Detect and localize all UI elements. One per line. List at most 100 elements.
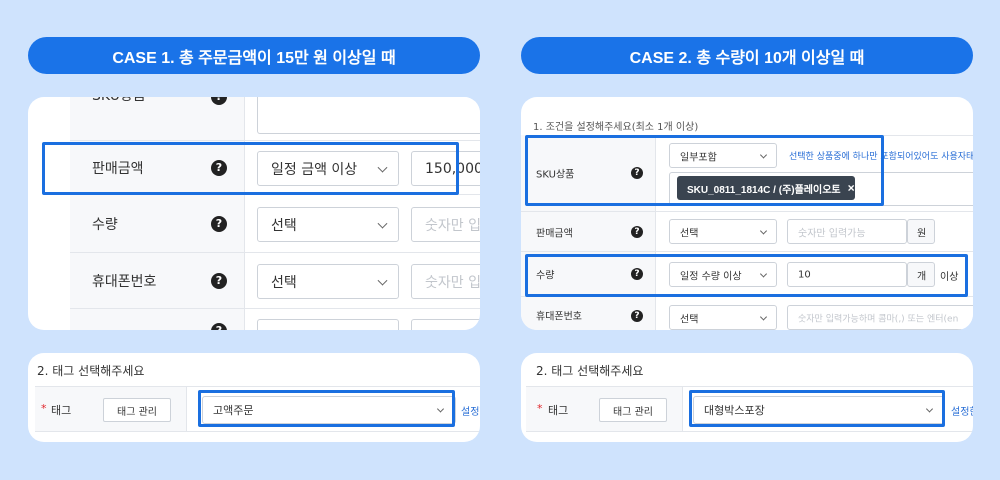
case2-quantity-label: 수량 — [536, 270, 555, 282]
case1-tag-selected: 고액주문 — [213, 404, 254, 417]
case2-tag-manage-button[interactable]: 태그 관리 — [599, 398, 667, 422]
chevron-down-icon — [759, 226, 768, 235]
case2-section-heading: 1. 조건을 설정해주세요(최소 1개 이상) — [533, 122, 699, 133]
case2-phone-input[interactable]: 숫자만 입력가능하며 콤마(,) 또는 엔터(en — [787, 305, 973, 330]
chevron-down-icon — [377, 162, 388, 173]
case1-tag-select[interactable]: 고액주문 — [202, 396, 456, 424]
case2-phone-label-cell: 휴대폰번호 ? — [521, 297, 656, 330]
case2-amount-condition-value: 선택 — [680, 228, 699, 239]
chevron-down-icon — [759, 150, 768, 159]
case1-row-amount: 판매금액 ? 일정 금액 이상 150,000 — [70, 141, 480, 195]
case1-amount-label: 판매금액 — [92, 160, 144, 177]
case2-amount-input[interactable]: 숫자만 입력가능 — [787, 219, 907, 244]
case2-quantity-unit-box: 개 — [907, 262, 935, 287]
help-icon[interactable]: ? — [631, 268, 643, 280]
case1-phone-condition-select[interactable]: 선택 — [257, 264, 399, 299]
case1-row-sku: SKU상품 ? — [70, 97, 480, 141]
case2-row-sku: SKU상품 ? 일부포함 선택한 상품중에 하나만 포함되어있어도 사용자태 S… — [521, 135, 973, 212]
case1-next-select[interactable] — [257, 319, 399, 330]
case2-title-text: CASE 2. 총 수량이 10개 이상일 때 — [629, 49, 865, 67]
help-icon[interactable]: ? — [211, 272, 227, 289]
case1-next-input[interactable] — [411, 319, 480, 330]
case1-sku-label-cell: SKU상품 ? — [70, 97, 245, 140]
case2-tag-label: 태그 — [548, 404, 569, 417]
case2-phone-placeholder: 숫자만 입력가능하며 콤마(,) 또는 엔터(en — [798, 314, 959, 324]
case2-phone-condition-select[interactable]: 선택 — [669, 305, 777, 330]
chevron-down-icon — [759, 269, 768, 278]
case2-sku-chip: SKU_0811_1814C / (주)플레이오토 × — [677, 176, 855, 200]
case1-row-quantity: 수량 ? 선택 숫자만 입력가능 — [70, 195, 480, 253]
chevron-down-icon — [436, 405, 445, 413]
case2-sku-label: SKU상품 — [536, 169, 575, 181]
case2-quantity-suffix: 이상 — [940, 272, 959, 283]
case2-tag-manage-label: 태그 관리 — [613, 406, 653, 418]
required-mark: * — [537, 402, 543, 415]
case1-phone-label-cell: 휴대폰번호 ? — [70, 253, 245, 308]
case2-phone-condition-value: 선택 — [680, 314, 699, 325]
chevron-down-icon — [377, 275, 388, 286]
chevron-down-icon — [759, 312, 768, 321]
case1-tag-card: 2. 태그 선택해주세요 * 태그 태그 관리 고액주문 설정한 — [28, 353, 480, 442]
case1-quantity-input[interactable]: 숫자만 입력가능 — [411, 207, 480, 242]
case2-sku-chip-label: SKU_0811_1814C / (주)플레이오토 — [687, 184, 841, 196]
chevron-down-icon — [925, 405, 934, 413]
case2-title: CASE 2. 총 수량이 10개 이상일 때 — [521, 37, 973, 74]
case2-conditions-card: 1. 조건을 설정해주세요(최소 1개 이상) SKU상품 ? 일부포함 선택한… — [521, 97, 973, 330]
help-icon[interactable]: ? — [631, 310, 643, 322]
case1-next-label-cell: ? — [70, 309, 245, 330]
case1-quantity-placeholder: 숫자만 입력가능 — [425, 217, 480, 234]
case1-title: CASE 1. 총 주문금액이 15만 원 이상일 때 — [28, 37, 480, 74]
case1-amount-value: 150,000 — [425, 160, 480, 177]
case2-tag-card: 2. 태그 선택해주세요 * 태그 태그 관리 대형박스포장 설정한 — [521, 353, 973, 442]
case2-sku-condition-select[interactable]: 일부포함 — [669, 143, 777, 168]
case1-phone-label: 휴대폰번호 — [92, 273, 157, 290]
case1-tag-link[interactable]: 설정한 — [461, 403, 480, 418]
help-icon[interactable]: ? — [211, 97, 227, 105]
case2-tag-link[interactable]: 설정한 — [951, 403, 973, 418]
case1-row-next: ? — [70, 309, 480, 330]
case2-sku-condition-value: 일부포함 — [680, 152, 717, 163]
case1-tag-label-cell: * 태그 태그 관리 — [35, 387, 187, 431]
case2-quantity-input[interactable]: 10 — [787, 262, 907, 287]
case2-row-phone: 휴대폰번호 ? 선택 숫자만 입력가능하며 콤마(,) 또는 엔터(en — [521, 297, 973, 330]
help-icon[interactable]: ? — [631, 167, 643, 179]
case2-phone-label: 휴대폰번호 — [536, 311, 582, 323]
case1-quantity-condition-select[interactable]: 선택 — [257, 207, 399, 242]
case2-tag-row: * 태그 태그 관리 대형박스포장 설정한 — [526, 386, 973, 432]
case1-sku-textarea[interactable] — [257, 97, 480, 134]
case1-phone-input[interactable]: 숫자만 입력가능 — [411, 264, 480, 299]
case2-quantity-unit: 개 — [917, 271, 927, 282]
case1-tag-heading: 2. 태그 선택해주세요 — [37, 364, 145, 378]
case2-quantity-condition-value: 일정 수량 이상 — [680, 271, 742, 282]
case1-row-phone: 휴대폰번호 ? 선택 숫자만 입력가능 — [70, 253, 480, 309]
case2-sku-label-cell: SKU상품 ? — [521, 135, 656, 211]
case1-amount-label-cell: 판매금액 ? — [70, 141, 245, 194]
case2-amount-label: 판매금액 — [536, 228, 573, 239]
help-icon[interactable]: ? — [211, 159, 227, 176]
close-icon[interactable]: × — [848, 181, 855, 195]
case2-quantity-value: 10 — [798, 269, 811, 280]
case2-quantity-label-cell: 수량 ? — [521, 252, 656, 296]
case2-row-quantity: 수량 ? 일정 수량 이상 10 개 이상 — [521, 252, 973, 297]
case1-sku-label: SKU상품 — [92, 97, 146, 105]
help-icon[interactable]: ? — [631, 225, 643, 238]
case1-amount-input[interactable]: 150,000 — [411, 151, 480, 186]
case1-conditions-card: SKU상품 ? 판매금액 ? 일정 금액 이상 150,000 수량 ? 선택 … — [28, 97, 480, 330]
case1-phone-condition-value: 선택 — [271, 274, 297, 291]
case2-amount-placeholder: 숫자만 입력가능 — [798, 228, 866, 239]
case2-amount-condition-select[interactable]: 선택 — [669, 219, 777, 244]
help-icon[interactable]: ? — [211, 215, 227, 232]
case2-tag-select[interactable]: 대형박스포장 — [693, 396, 945, 424]
case2-tag-label-cell: * 태그 태그 관리 — [526, 387, 683, 431]
case1-tag-manage-button[interactable]: 태그 관리 — [103, 398, 171, 422]
case1-quantity-label-cell: 수량 ? — [70, 195, 245, 252]
case2-tag-heading: 2. 태그 선택해주세요 — [536, 364, 644, 378]
required-mark: * — [41, 402, 47, 415]
case2-quantity-condition-select[interactable]: 일정 수량 이상 — [669, 262, 777, 287]
help-icon[interactable]: ? — [211, 323, 227, 330]
case2-tag-selected: 대형박스포장 — [704, 404, 765, 417]
case2-amount-unit: 원 — [917, 228, 927, 239]
case2-amount-unit-box: 원 — [907, 219, 935, 244]
case1-amount-condition-select[interactable]: 일정 금액 이상 — [257, 151, 399, 186]
case1-title-text: CASE 1. 총 주문금액이 15만 원 이상일 때 — [112, 49, 396, 67]
